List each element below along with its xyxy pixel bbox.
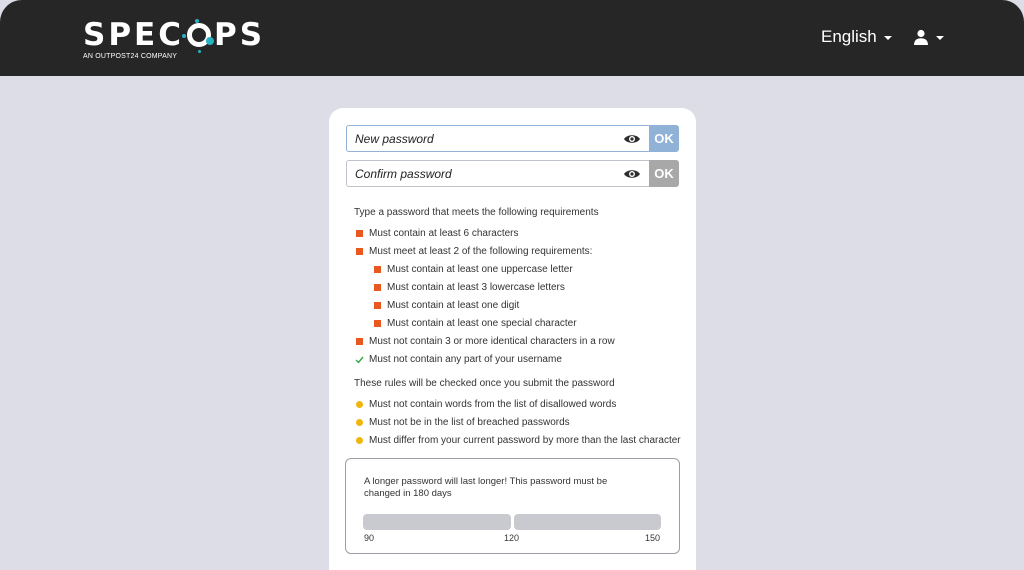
confirm-password-ok-button[interactable]: OK — [649, 160, 679, 187]
requirement-item: Must not contain 3 or more identical cha… — [369, 336, 615, 347]
pending-icon — [356, 401, 363, 408]
submit-rule-item: Must not be in the list of breached pass… — [369, 417, 570, 428]
requirement-sub-item: Must contain at least one digit — [387, 300, 520, 311]
failed-icon — [374, 266, 381, 273]
app-frame: SPEC PS AN OUTPOST24 COMPANY English New … — [0, 0, 1024, 570]
failed-icon — [374, 302, 381, 309]
expiry-bar-segment — [363, 514, 511, 530]
logo-wordmark: SPEC PS — [83, 17, 266, 53]
specops-logo[interactable]: SPEC PS AN OUTPOST24 COMPANY — [83, 18, 265, 60]
requirement-item: Must contain at least 6 characters — [369, 228, 519, 239]
new-password-field: New password OK — [346, 125, 679, 152]
failed-icon — [356, 230, 363, 237]
password-expiry-box: A longer password will last longer! This… — [345, 458, 680, 554]
new-password-input[interactable]: New password — [346, 125, 649, 152]
failed-icon — [356, 248, 363, 255]
user-menu[interactable] — [913, 29, 944, 45]
language-label: English — [821, 27, 877, 46]
expiry-tick-label: 120 — [504, 533, 520, 543]
requirement-sub-item: Must contain at least one uppercase lett… — [387, 264, 573, 275]
eye-icon[interactable] — [623, 168, 641, 180]
chevron-down-icon — [936, 36, 944, 40]
expiry-tick-label: 90 — [364, 533, 375, 543]
requirements-intro: Type a password that meets the following… — [354, 207, 599, 218]
language-selector[interactable]: English — [821, 27, 892, 47]
top-bar: SPEC PS AN OUTPOST24 COMPANY English — [0, 0, 1024, 76]
submit-rule-item: Must differ from your current password b… — [369, 435, 681, 446]
logo-o-icon — [181, 19, 214, 53]
check-icon — [355, 356, 364, 364]
failed-icon — [356, 338, 363, 345]
failed-icon — [374, 320, 381, 327]
pending-icon — [356, 419, 363, 426]
requirement-item: Must not contain any part of your userna… — [369, 354, 562, 365]
requirement-sub-item: Must contain at least 3 lowercase letter… — [387, 282, 565, 293]
failed-icon — [374, 284, 381, 291]
expiry-message: A longer password will last longer! This… — [364, 476, 608, 499]
confirm-password-input[interactable]: Confirm password — [346, 160, 649, 187]
expiry-tick-label: 150 — [645, 533, 661, 543]
expiry-bar-segment — [514, 514, 661, 530]
confirm-password-placeholder: Confirm password — [355, 166, 452, 181]
eye-icon[interactable] — [623, 133, 641, 145]
submit-rules-intro: These rules will be checked once you sub… — [354, 378, 615, 389]
password-card: New password OK Confirm password OK Type… — [329, 108, 696, 570]
chevron-down-icon — [883, 36, 892, 40]
user-icon — [914, 29, 928, 45]
submit-rule-item: Must not contain words from the list of … — [369, 399, 617, 410]
requirement-item: Must meet at least 2 of the following re… — [369, 246, 593, 257]
new-password-placeholder: New password — [355, 131, 434, 146]
confirm-password-field: Confirm password OK — [346, 160, 679, 187]
logo-tagline: AN OUTPOST24 COMPANY — [83, 53, 178, 60]
requirement-sub-item: Must contain at least one special charac… — [387, 318, 577, 329]
new-password-ok-button[interactable]: OK — [649, 125, 679, 152]
pending-icon — [356, 437, 363, 444]
